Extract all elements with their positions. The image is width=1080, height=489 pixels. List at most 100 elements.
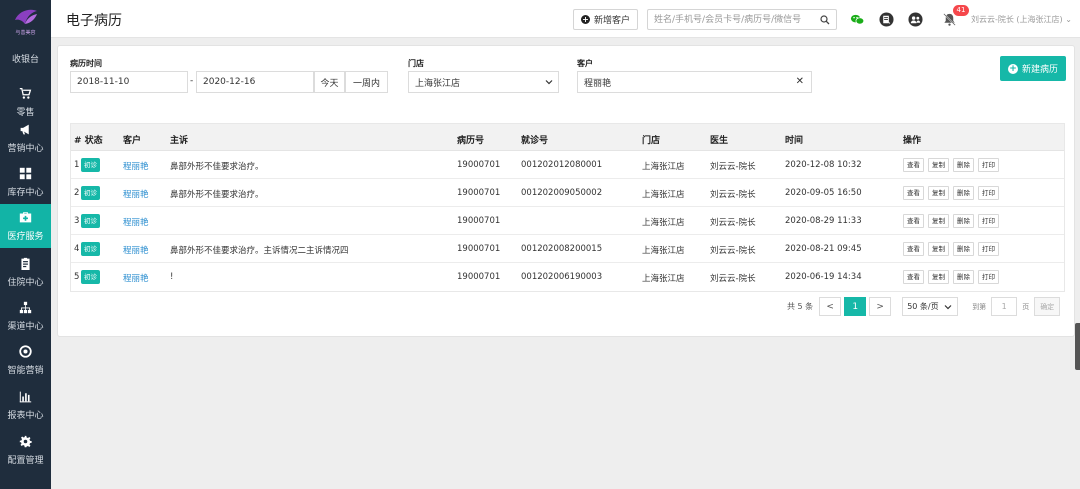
row-index: 5: [74, 272, 80, 282]
sidebar-item-channel[interactable]: 渠道中心: [0, 294, 51, 338]
sidebar-item-medical[interactable]: 医疗服务: [0, 204, 51, 248]
sidebar-item-label: 渠道中心: [7, 321, 44, 332]
delete-button[interactable]: 删除: [953, 214, 974, 228]
row-actions: 查看 复制 删除 打印: [903, 214, 999, 228]
sidebar-item-inventory[interactable]: 库存中心: [0, 160, 51, 204]
sidebar-item-label: 营销中心: [7, 143, 44, 154]
user-name: 刘云云-院长 (上海张江店): [971, 15, 1063, 24]
goto-page-input[interactable]: 1: [991, 297, 1018, 316]
logo-icon: [14, 9, 37, 24]
life-ring-icon: [19, 345, 33, 359]
page-unit-label: 页: [1022, 302, 1030, 311]
delete-button[interactable]: 删除: [953, 158, 974, 172]
prev-page-button[interactable]: <: [819, 297, 842, 316]
print-button[interactable]: 打印: [978, 186, 999, 200]
customer-link[interactable]: 程丽艳: [123, 188, 149, 200]
date-to-field[interactable]: 2020-12-16: [196, 71, 314, 93]
visit-no-cell: 001202008200015: [521, 244, 603, 254]
view-button[interactable]: 查看: [903, 186, 924, 200]
date-from-field[interactable]: 2018-11-10: [70, 71, 188, 93]
status-badge: 初诊: [81, 270, 100, 284]
record-no-cell: 19000701: [457, 272, 501, 282]
store-select-value: 上海张江店: [415, 78, 461, 89]
records-table: # 状态 客户 主诉 病历号 就诊号 门店 医生 时间 操作 1 初诊 程丽艳 …: [70, 123, 1065, 292]
sidebar-item-inpatient[interactable]: 住院中心: [0, 250, 51, 294]
view-button[interactable]: 查看: [903, 270, 924, 284]
delete-button[interactable]: 删除: [953, 186, 974, 200]
record-no-cell: 19000701: [457, 160, 501, 170]
copy-button[interactable]: 复制: [928, 214, 949, 228]
sidebar-item-label: 智能营销: [7, 365, 44, 376]
copy-button[interactable]: 复制: [928, 186, 949, 200]
customer-link[interactable]: 程丽艳: [123, 272, 149, 284]
users-icon[interactable]: [907, 11, 923, 27]
date-filter-label: 病历时间: [70, 59, 102, 68]
store-cell: 上海张江店: [642, 162, 685, 172]
copy-button[interactable]: 复制: [928, 242, 949, 256]
new-record-label: 新建病历: [1021, 65, 1058, 75]
add-customer-label: 新增客户: [594, 16, 631, 26]
record-no-cell: 19000701: [457, 188, 501, 198]
record-icon[interactable]: [878, 11, 894, 27]
sidebar: 与善美容 收银台 零售 营销中心 库存中心 医疗服务 住院中心 渠道中心 智能营…: [0, 0, 51, 489]
row-index: 2: [74, 188, 80, 198]
doctor-cell: 刘云云-院长: [710, 274, 756, 284]
cart-icon: [19, 87, 33, 101]
customer-link[interactable]: 程丽艳: [123, 244, 149, 256]
row-index: 4: [74, 244, 80, 254]
user-menu[interactable]: 刘云云-院长 (上海张江店) ⌄: [971, 14, 1072, 25]
sidebar-item-reports[interactable]: 报表中心: [0, 383, 51, 427]
page-button[interactable]: 1: [844, 297, 867, 316]
customer-field[interactable]: 程丽艳 ✕: [577, 71, 812, 93]
delete-button[interactable]: 删除: [953, 242, 974, 256]
store-select[interactable]: 上海张江店: [408, 71, 559, 93]
sidebar-item-label: 收银台: [11, 54, 39, 65]
time-cell: 2020-08-29 11:33: [785, 216, 862, 226]
search-input[interactable]: [648, 10, 814, 29]
sidebar-item-cashier[interactable]: 收银台: [0, 36, 51, 80]
view-button[interactable]: 查看: [903, 242, 924, 256]
goto-confirm-button[interactable]: 确定: [1034, 297, 1061, 316]
chevron-down-icon: [545, 80, 553, 85]
gear-icon: [19, 435, 33, 449]
search-icon[interactable]: [814, 10, 836, 29]
record-no-cell: 19000701: [457, 216, 501, 226]
within-week-button[interactable]: 一周内: [345, 71, 388, 93]
side-drawer-handle[interactable]: [1075, 323, 1080, 370]
grid-icon: [19, 167, 33, 181]
customer-link[interactable]: 程丽艳: [123, 216, 149, 228]
next-page-button[interactable]: >: [869, 297, 892, 316]
page-title: 电子病历: [66, 13, 122, 29]
today-button[interactable]: 今天: [314, 71, 345, 93]
sidebar-item-marketing[interactable]: 营销中心: [0, 116, 51, 160]
print-button[interactable]: 打印: [978, 270, 999, 284]
view-button[interactable]: 查看: [903, 158, 924, 172]
complaint-cell: 鼻部外形不佳要求治疗。: [170, 190, 264, 200]
plus-circle-icon: +: [1007, 63, 1018, 74]
sidebar-item-settings[interactable]: 配置管理: [0, 428, 51, 472]
print-button[interactable]: 打印: [978, 214, 999, 228]
copy-button[interactable]: 复制: [928, 158, 949, 172]
view-button[interactable]: 查看: [903, 214, 924, 228]
copy-button[interactable]: 复制: [928, 270, 949, 284]
wechat-icon[interactable]: [849, 11, 865, 27]
print-button[interactable]: 打印: [978, 242, 999, 256]
chevron-down-icon: ⌄: [1065, 15, 1072, 24]
row-actions: 查看 复制 删除 打印: [903, 158, 999, 172]
sidebar-item-label: 配置管理: [7, 455, 44, 466]
row-index: 3: [74, 216, 80, 226]
customer-link[interactable]: 程丽艳: [123, 160, 149, 172]
page-size-value: 50 条/页: [907, 302, 939, 311]
page-size-select[interactable]: 50 条/页: [902, 297, 959, 316]
clear-icon[interactable]: ✕: [796, 76, 804, 87]
sidebar-item-smart-marketing[interactable]: 智能营销: [0, 338, 51, 382]
print-button[interactable]: 打印: [978, 158, 999, 172]
delete-button[interactable]: 删除: [953, 270, 974, 284]
col-visit-no: 就诊号: [521, 136, 549, 146]
col-actions: 操作: [903, 136, 922, 146]
time-cell: 2020-08-21 09:45: [785, 244, 862, 254]
new-record-button[interactable]: + 新建病历: [1000, 56, 1066, 81]
complaint-cell: !: [170, 272, 174, 282]
store-cell: 上海张江店: [642, 218, 685, 228]
add-customer-button[interactable]: + 新增客户: [573, 9, 639, 30]
